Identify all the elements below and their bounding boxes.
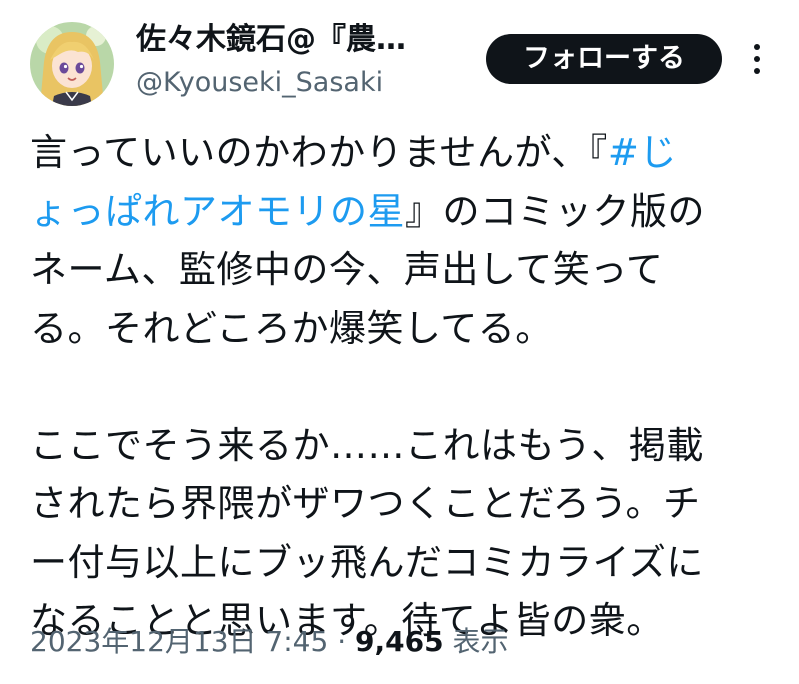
- more-dots-icon[interactable]: [740, 42, 774, 76]
- text-segment: 言っていいのかわかりませんが、『: [30, 131, 608, 174]
- hashtag-link[interactable]: ょっぱれアオモリの星: [30, 190, 405, 233]
- author-names: 佐々木鏡石@『農… @Kyouseki_Sasaki: [136, 20, 466, 102]
- tweet-meta: 2023年12月13日 7:45 · 9,465 表示: [30, 620, 508, 664]
- author-display-name[interactable]: 佐々木鏡石@『農…: [136, 20, 466, 60]
- tweet-line: ょっぱれアオモリの星』のコミック版の: [30, 183, 790, 242]
- tweet-header: 佐々木鏡石@『農… @Kyouseki_Sasaki フォローする: [0, 0, 799, 118]
- tweet-line: されたら界隈がザワつくことだろう。チ: [30, 482, 701, 525]
- timestamp-link[interactable]: 2023年12月13日 7:45: [30, 625, 328, 658]
- tweet-line: ネーム、監修中の今、声出して笑って: [30, 248, 664, 291]
- meta-separator: ·: [328, 625, 355, 658]
- avatar[interactable]: [30, 22, 114, 106]
- tweet-text: 言っていいのかわかりませんが、『#じ ょっぱれアオモリの星』のコミック版の ネー…: [30, 124, 790, 651]
- views-count[interactable]: 9,465: [355, 625, 444, 658]
- tweet-line: ここでそう来るか……これはもう、掲載: [30, 423, 704, 467]
- tweet-line: ー付与以上にブッ飛んだコミカライズに: [30, 540, 704, 584]
- tweet-line: 言っていいのかわかりませんが、『#じ: [30, 124, 790, 183]
- follow-button[interactable]: フォローする: [486, 34, 722, 84]
- views-label: 表示: [443, 625, 509, 658]
- hashtag-link[interactable]: #じ: [608, 131, 677, 174]
- tweet-line: る。それどころか爆笑してる。: [30, 306, 553, 350]
- avatar-anime-girl-icon: [30, 22, 114, 106]
- text-segment: 』のコミック版の: [405, 189, 705, 233]
- author-handle[interactable]: @Kyouseki_Sasaki: [136, 64, 466, 102]
